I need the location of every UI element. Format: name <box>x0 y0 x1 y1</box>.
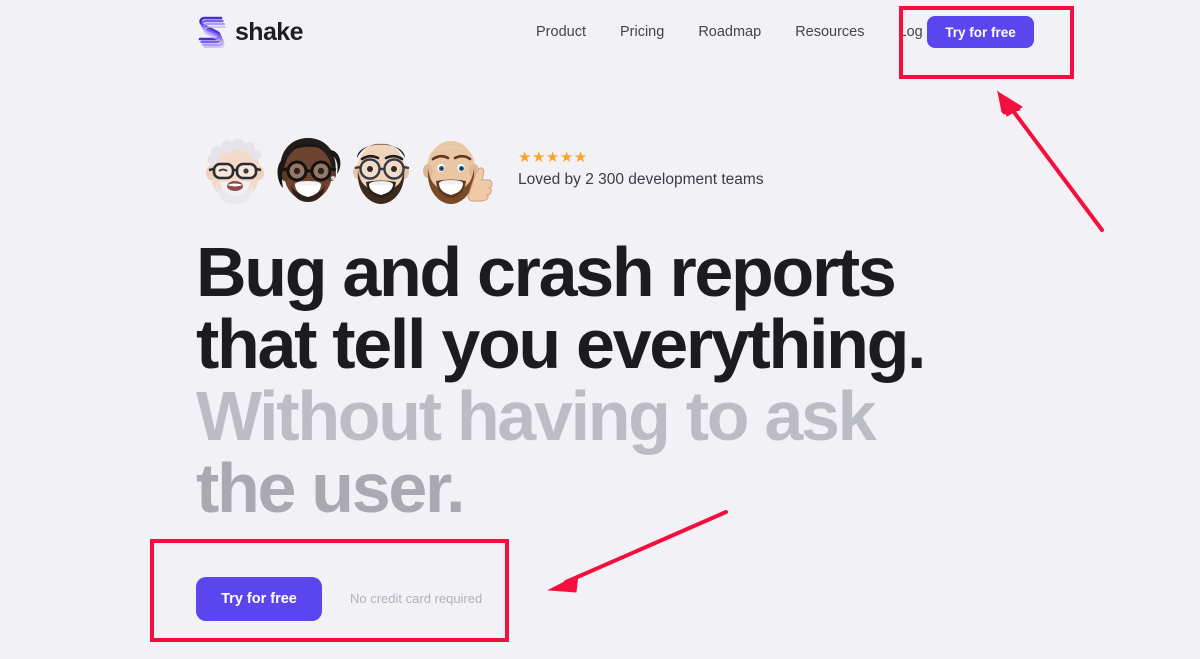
hero-cta-row: Try for free No credit card required <box>196 577 482 621</box>
headline-line-2: that tell you everything. <box>196 305 927 383</box>
hero-cta-note: No credit card required <box>350 591 483 606</box>
hero-section: ★★★★★ Loved by 2 300 development teams B… <box>0 0 1200 659</box>
avatar-man-beard-glasses <box>342 126 420 210</box>
headline-line-3: Without having to ask <box>196 377 877 455</box>
avatar-bald-man-thumbs-up <box>415 126 493 210</box>
avatar-group <box>196 126 493 210</box>
page-title: Bug and crash reports that tell you ever… <box>196 236 1056 524</box>
avatar-woman-glasses <box>269 126 347 210</box>
rating-caption: Loved by 2 300 development teams <box>518 171 764 188</box>
avatar-older-man-glasses <box>196 126 274 210</box>
rating-block: ★★★★★ Loved by 2 300 development teams <box>518 146 764 190</box>
social-proof: ★★★★★ Loved by 2 300 development teams <box>196 126 764 210</box>
headline-line-1: Bug and crash reports <box>196 233 897 311</box>
star-rating-icons: ★★★★★ <box>518 149 588 166</box>
landing-page: shake Product Pricing Roadmap Resources … <box>0 0 1200 659</box>
hero-try-for-free-button[interactable]: Try for free <box>196 577 322 621</box>
headline-line-4: the user. <box>196 449 466 527</box>
